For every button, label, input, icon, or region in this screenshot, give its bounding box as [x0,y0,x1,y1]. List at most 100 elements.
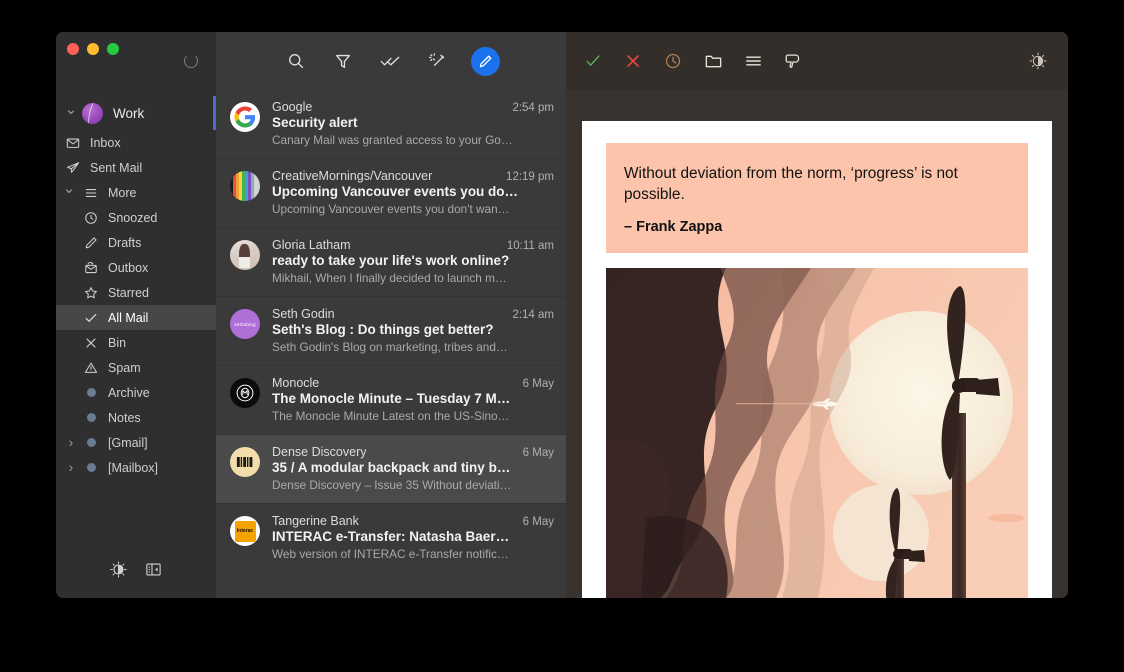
mail-list-item[interactable]: Gloria Latham 10:11 am ready to take you… [216,227,566,296]
collapse-sidebar-icon[interactable] [145,561,162,583]
sidebar: Work Inbox Sent Mail [56,32,216,598]
avatar [230,171,260,201]
email-content[interactable]: Without deviation from the norm, ‘progre… [566,90,1068,598]
avatar [230,378,260,408]
sidebar-item-mailbox[interactable]: [Mailbox] [56,455,216,480]
avatar-text: sethsblog [234,321,256,327]
mail-list-item[interactable]: sethsblog Seth Godin 2:14 am Seth's Blog… [216,296,566,365]
chevron-down-icon[interactable] [62,106,80,121]
sidebar-item-notes[interactable]: Notes [56,405,216,430]
mail-list-item[interactable]: Dense Discovery 6 May 35 / A modular bac… [216,434,566,503]
magic-wand-icon[interactable] [424,48,450,74]
sidebar-item-inbox[interactable]: Inbox [56,130,216,155]
mail-time: 6 May [522,378,554,390]
chevron-down-icon[interactable] [60,185,78,200]
sidebar-item-drafts[interactable]: Drafts [56,230,216,255]
sidebar-item-label: More [108,185,137,200]
theme-toggle-icon[interactable] [1026,49,1050,73]
delete-icon[interactable] [620,48,646,74]
thumbs-down-icon[interactable] [780,48,806,74]
mail-list[interactable]: Google 2:54 pm Security alert Canary Mai… [216,90,566,598]
wind-turbines-illustration [606,267,1028,598]
mail-sender: Gloria Latham [272,238,351,252]
mail-subject: The Monocle Minute – Tuesday 7 M… [272,391,511,406]
mail-time: 10:11 am [506,240,554,252]
folder-icon[interactable] [700,48,726,74]
sidebar-item-spam[interactable]: Spam [56,355,216,380]
dot-icon [80,463,102,472]
account-avatar [82,102,103,124]
sidebar-item-sent-mail[interactable]: Sent Mail [56,155,216,180]
sidebar-item-more[interactable]: More [56,180,216,205]
sidebar-item-snoozed[interactable]: Snoozed [56,205,216,230]
mark-read-icon[interactable] [377,48,403,74]
mail-time: 6 May [522,516,554,528]
compose-icon[interactable] [470,46,500,76]
snooze-clock-icon[interactable] [660,48,686,74]
mail-snippet: Canary Mail was granted access to your G… [272,133,513,147]
avatar [230,240,260,270]
chevron-right-icon[interactable] [62,460,80,475]
sidebar-item-outbox[interactable]: Outbox [56,255,216,280]
mail-snippet: Seth Godin's Blog on marketing, tribes a… [272,340,508,354]
envelope-icon [62,136,84,150]
mail-subject: INTERAC e-Transfer: Natasha Baer… [272,529,510,544]
sidebar-item-archive[interactable]: Archive [56,380,216,405]
check-icon[interactable] [580,48,606,74]
menu-icon[interactable] [740,48,766,74]
mail-snippet: Mikhail, When I finally decided to launc… [272,271,507,285]
sidebar-item-bin[interactable]: Bin [56,330,216,355]
mail-snippet: Web version of INTERAC e-Transfer notifi… [272,547,509,561]
dot-icon [80,413,102,422]
sidebar-item-starred[interactable]: Starred [56,280,216,305]
mail-time: 6 May [522,447,554,459]
mail-item-body: Tangerine Bank 6 May INTERAC e-Transfer:… [272,514,554,561]
sidebar-item-label: Archive [108,385,150,400]
pencil-icon [80,236,102,250]
reading-toolbar [566,32,1068,90]
search-icon[interactable] [283,48,309,74]
mail-item-body: Gloria Latham 10:11 am ready to take you… [272,238,554,285]
mail-snippet: Dense Discovery – Issue 35 Without devia… [272,478,512,492]
paper-plane-icon [62,161,84,175]
email-card: Without deviation from the norm, ‘progre… [582,121,1052,598]
avatar [230,447,260,477]
mail-subject: 35 / A modular backpack and tiny b… [272,460,511,475]
warning-triangle-icon [80,361,102,375]
sidebar-item-label: Notes [108,410,141,425]
mail-time: 2:14 am [512,309,554,321]
mail-list-item[interactable]: Monocle 6 May The Monocle Minute – Tuesd… [216,365,566,434]
mail-item-body: Monocle 6 May The Monocle Minute – Tuesd… [272,376,554,423]
sidebar-item-label: Bin [108,335,127,350]
quote-block: Without deviation from the norm, ‘progre… [606,143,1028,253]
theme-toggle-icon[interactable] [110,561,127,583]
sync-spinner-icon [184,54,198,68]
close-window-button[interactable] [67,43,79,55]
mail-subject: Security alert [272,115,358,130]
mail-time: 12:19 pm [506,171,554,183]
mail-subject: ready to take your life's work online? [272,253,510,268]
mail-list-item[interactable]: CreativeMornings/Vancouver 12:19 pm Upco… [216,158,566,227]
minimize-window-button[interactable] [87,43,99,55]
mail-sender: Google [272,100,313,114]
sidebar-item-label: [Gmail] [108,435,148,450]
sidebar-item-label: All Mail [108,310,149,325]
mail-subject: Upcoming Vancouver events you do… [272,184,519,199]
quote-text: Without deviation from the norm, ‘progre… [624,165,958,203]
sidebar-item-label: Snoozed [108,210,158,225]
mail-sender: Seth Godin [272,307,335,321]
sidebar-account-work[interactable]: Work [56,96,216,130]
zoom-window-button[interactable] [107,43,119,55]
mail-list-item[interactable]: Google 2:54 pm Security alert Canary Mai… [216,90,566,158]
sidebar-item-all-mail[interactable]: All Mail [56,305,216,330]
illustration [606,267,1028,598]
filter-icon[interactable] [330,48,356,74]
mail-snippet: The Monocle Minute Latest on the US-Sino… [272,409,510,423]
mail-list-item[interactable]: Interac Tangerine Bank 6 May INTERAC e-T… [216,503,566,572]
sidebar-footer [56,546,216,598]
mail-sender: Monocle [272,376,320,390]
chevron-right-icon[interactable] [62,435,80,450]
sidebar-item-gmail[interactable]: [Gmail] [56,430,216,455]
mail-list-pane: Google 2:54 pm Security alert Canary Mai… [216,32,566,598]
mail-time: 2:54 pm [512,102,554,114]
